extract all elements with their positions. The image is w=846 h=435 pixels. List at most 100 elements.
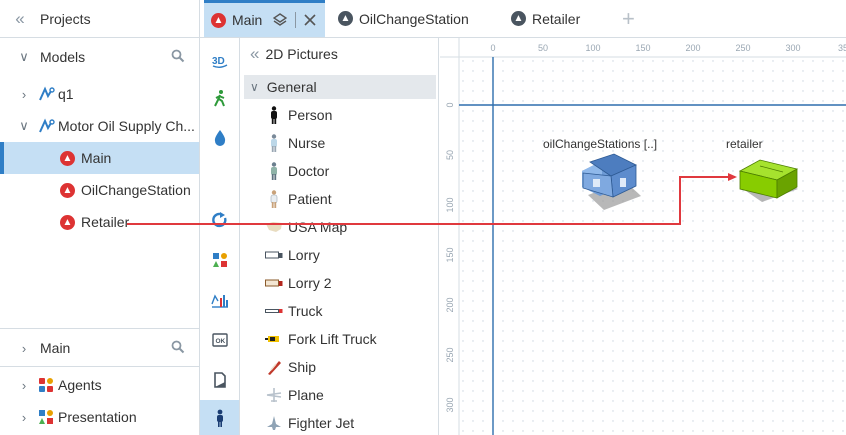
search-icon[interactable] <box>171 340 185 354</box>
agents-section-label: Agents <box>58 377 102 393</box>
ruler-y-tick-label: 200 <box>445 297 455 312</box>
tab-retailer[interactable]: ▲ Retailer <box>511 0 580 37</box>
close-icon[interactable] <box>304 14 316 26</box>
tree-item-label: Retailer <box>81 214 130 230</box>
palette-item-label: Lorry 2 <box>288 275 332 291</box>
ruler-y-tick-label: 50 <box>445 150 455 160</box>
editor-tabs: ▲ Main ▲ OilChangeStation ▲ Retailer + <box>200 0 846 38</box>
person-icon <box>264 106 284 124</box>
palette-item-person[interactable]: Person <box>264 101 332 129</box>
palette-item-lorry-2[interactable]: Lorry 2 <box>264 269 332 297</box>
palette-item-label: Fork Lift Truck <box>288 331 377 347</box>
svg-text:3D: 3D <box>212 56 225 67</box>
ruler-x-tick-label: 100 <box>585 43 600 53</box>
ship-icon <box>264 358 284 376</box>
palette-2d-pictures-icon[interactable] <box>200 400 239 435</box>
tree-item-main[interactable]: ▲ Main <box>0 142 199 174</box>
presentation-section-row[interactable]: › Presentation <box>0 401 199 433</box>
tree-item-label: Main <box>81 150 112 166</box>
tree-item-q1[interactable]: › q1 <box>0 78 199 110</box>
agent-icon: ▲ <box>511 11 526 26</box>
tab-label: Main <box>232 12 263 28</box>
lorry-icon <box>264 251 284 259</box>
palette-controls-icon[interactable]: OK <box>200 324 239 356</box>
collapse-palette-icon[interactable]: « <box>250 44 259 64</box>
palette-item-label: Truck <box>288 303 323 319</box>
models-label: Models <box>40 49 86 65</box>
palette-item-label: Plane <box>288 387 324 403</box>
tree-item-label: OilChangeStation <box>81 182 191 198</box>
tab-label: OilChangeStation <box>359 10 469 27</box>
palette-item-usa-map[interactable]: USA Map <box>264 213 347 241</box>
agents-icon <box>39 378 53 392</box>
canvas-svg: 0 50 100 150 200 250 300 35 0 50 100 150 200 250 300 <box>440 38 846 435</box>
tree-item-model[interactable]: ∨ Motor Oil Supply Ch... <box>0 110 199 142</box>
palette-pictures-icon[interactable] <box>200 364 239 396</box>
canvas-grid <box>440 38 846 435</box>
palette-3d-icon[interactable]: 3D <box>200 44 239 76</box>
tab-oilchangestation[interactable]: ▲ OilChangeStation <box>338 0 469 37</box>
ruler-x-tick-label: 150 <box>635 43 650 53</box>
search-icon[interactable] <box>171 49 185 63</box>
tab-main[interactable]: ▲ Main <box>204 0 325 37</box>
ruler-y-tick-label: 250 <box>445 347 455 362</box>
agent-icon: ▲ <box>60 150 75 166</box>
usa-map-icon <box>264 221 284 233</box>
palette-item-lorry[interactable]: Lorry <box>264 241 320 269</box>
main-section-label: Main <box>40 340 71 356</box>
chevron-right-icon[interactable]: › <box>14 378 34 393</box>
tree-item-retailer[interactable]: ▲ Retailer <box>0 206 199 238</box>
palette-item-doctor[interactable]: Doctor <box>264 157 329 185</box>
chevron-down-icon[interactable]: ∨ <box>250 80 259 94</box>
tree-item-oilchangestation[interactable]: ▲ OilChangeStation <box>0 174 199 206</box>
palette-item-label: Patient <box>288 191 332 207</box>
chevron-right-icon[interactable]: › <box>14 87 34 102</box>
retailer-label: retailer <box>726 137 763 151</box>
palette-process-icon[interactable] <box>200 204 239 236</box>
chevron-down-icon[interactable]: ∨ <box>14 49 34 65</box>
collapse-panel-icon[interactable]: « <box>0 9 40 29</box>
palette-pedestrian-icon[interactable] <box>200 82 239 114</box>
main-section-row[interactable]: › Main <box>0 332 199 364</box>
chevron-down-icon[interactable]: ∨ <box>14 118 34 134</box>
models-row[interactable]: ∨ Models <box>0 41 199 73</box>
plane-icon <box>264 387 284 403</box>
ruler-x-tick-label: 300 <box>785 43 800 53</box>
palette-presentation-icon[interactable] <box>200 244 239 276</box>
palette-item-fighter-jet[interactable]: Fighter Jet <box>264 409 354 435</box>
palette-item-nurse[interactable]: Nurse <box>264 129 325 157</box>
truck-icon <box>264 308 284 314</box>
palette-item-ship[interactable]: Ship <box>264 353 316 381</box>
station-label: oilChangeStations [..] <box>543 137 658 151</box>
palette-analysis-icon[interactable] <box>200 284 239 316</box>
palette-item-label: Person <box>288 107 333 123</box>
palette-item-label: Fighter Jet <box>288 415 355 431</box>
projects-title: Projects <box>40 10 91 27</box>
layers-icon[interactable] <box>273 13 288 27</box>
forklift-icon <box>264 335 284 343</box>
agent-icon: ▲ <box>60 214 75 230</box>
chevron-right-icon[interactable]: › <box>14 341 34 356</box>
palette-item-truck[interactable]: Truck <box>264 297 322 325</box>
tree-item-label: q1 <box>58 86 74 102</box>
palette-item-plane[interactable]: Plane <box>264 381 324 409</box>
agents-section-row[interactable]: › Agents <box>0 369 199 401</box>
palette-title: 2D Pictures <box>265 46 338 62</box>
model-icon <box>39 118 55 133</box>
palette-item-label: Doctor <box>288 163 330 179</box>
vertical-ruler <box>440 38 459 435</box>
tab-label: Retailer <box>532 10 581 27</box>
palette-item-patient[interactable]: Patient <box>264 185 332 213</box>
projects-panel: « Projects ∨ Models › q1 ∨ Motor Oil Sup… <box>0 0 200 435</box>
ruler-y-tick-label: 150 <box>445 247 455 262</box>
agent-icon: ▲ <box>60 182 75 198</box>
palette-fluid-icon[interactable] <box>200 122 239 154</box>
graphical-editor-canvas[interactable]: 0 50 100 150 200 250 300 35 0 50 100 150 200 250 300 … <box>440 38 846 435</box>
add-tab-button[interactable]: + <box>622 0 635 37</box>
tree-item-label: Motor Oil Supply Ch... <box>58 118 195 134</box>
palette-item-fork-lift-truck[interactable]: Fork Lift Truck <box>264 325 377 353</box>
experiment-icon <box>39 86 55 101</box>
panel-divider <box>0 328 199 329</box>
chevron-right-icon[interactable]: › <box>14 410 34 425</box>
palette-group-general[interactable]: ∨ General <box>244 75 436 99</box>
